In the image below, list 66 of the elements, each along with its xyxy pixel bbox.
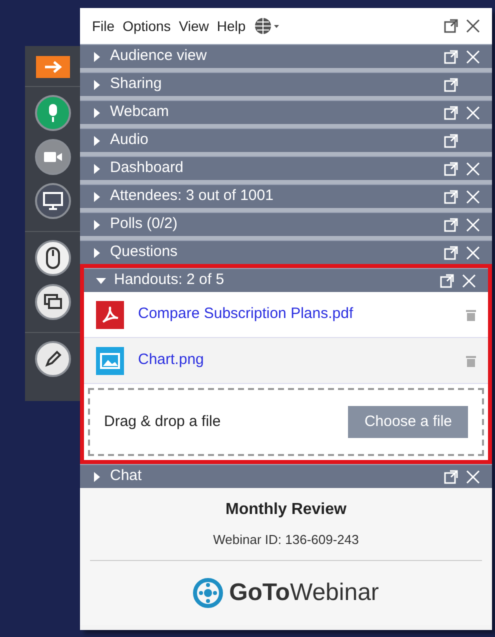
popout-icon[interactable] [444,106,458,120]
section-header[interactable]: Handouts: 2 of 5 [84,268,488,292]
expand-triangle-icon[interactable] [92,136,102,146]
popout-icon[interactable] [444,162,458,176]
popout-icon[interactable] [444,246,458,260]
file-link[interactable]: Chart.png [138,349,452,372]
image-icon [96,346,124,374]
screens-icon[interactable] [34,284,70,320]
expand-triangle-icon[interactable] [92,164,102,174]
section-title: Dashboard [110,158,184,178]
expand-triangle-icon[interactable] [92,192,102,202]
popout-icon[interactable] [444,78,458,92]
section-title: Polls (0/2) [110,214,179,234]
close-icon[interactable] [466,19,480,33]
section-header[interactable]: Attendees: 3 out of 1001 [80,184,492,208]
menu-item[interactable]: Options [122,16,171,36]
expand-triangle-icon[interactable] [92,220,102,230]
menu-item[interactable]: Help [216,16,246,36]
popout-icon[interactable] [444,19,458,33]
camera-icon[interactable] [34,139,70,175]
globe-icon[interactable] [254,17,280,35]
menu-item[interactable]: View [178,16,209,36]
mouse-icon[interactable] [34,240,70,276]
pencil-icon[interactable] [34,341,70,377]
expand-triangle-icon[interactable] [92,108,102,118]
pdf-icon [96,300,124,328]
popout-icon[interactable] [444,50,458,64]
popout-icon[interactable] [444,218,458,232]
section-title: Sharing [110,74,163,94]
webinar-title: Monthly Review [226,500,346,520]
section-header[interactable]: Audio [80,128,492,152]
popout-icon[interactable] [444,470,458,484]
section-header[interactable]: Audience view [80,44,492,68]
popout-icon[interactable] [444,134,458,148]
file-link[interactable]: Compare Subscription Plans.pdf [138,303,452,326]
section-title: Webcam [110,102,170,122]
expand-triangle-icon[interactable] [92,472,102,482]
section-title: Questions [110,242,179,262]
webinar-id: Webinar ID: 136-609-243 [213,531,359,549]
popout-icon[interactable] [444,190,458,204]
section-title: Handouts: 2 of 5 [114,270,226,290]
drop-zone[interactable]: Drag & drop a file Choose a file [88,388,484,456]
section-header[interactable]: Polls (0/2) [80,212,492,236]
monitor-icon[interactable] [34,183,70,219]
brand-name: GoToWebinar [229,578,379,608]
section-header[interactable]: Chat [80,464,492,488]
arrow-right-icon[interactable] [36,56,70,78]
microphone-icon[interactable] [34,95,70,131]
file-row[interactable]: Chart.png [84,338,488,384]
section-title: Attendees: 3 out of 1001 [110,186,274,206]
expand-triangle-icon[interactable] [92,80,102,90]
drop-label: Drag & drop a file [104,412,221,432]
section-header[interactable]: Webcam [80,100,492,124]
flower-logo-icon [193,578,224,608]
section-header[interactable]: Dashboard [80,156,492,180]
expand-triangle-icon[interactable] [92,52,102,62]
section-header[interactable]: Sharing [80,72,492,96]
section-header[interactable]: Questions [80,240,492,264]
choose-file-button[interactable]: Choose a file [348,406,468,438]
section-title: Audio [110,130,150,150]
menu-item[interactable]: File [92,16,115,36]
popout-icon[interactable] [440,274,454,288]
section-title: Audience view [110,46,208,66]
section-title: Chat [110,466,143,486]
expand-triangle-icon[interactable] [92,248,102,258]
collapse-triangle-icon[interactable] [96,276,106,286]
